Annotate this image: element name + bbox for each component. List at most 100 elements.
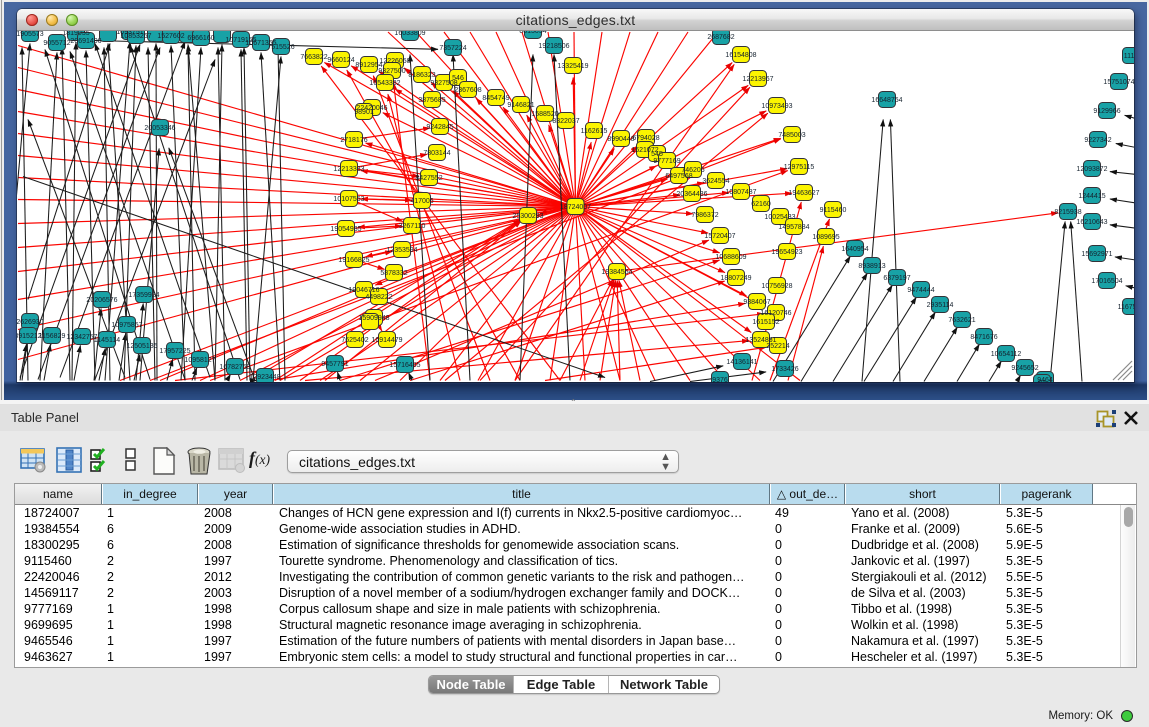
svg-text:7515526: 7515526 (267, 44, 294, 51)
svg-text:10654112: 10654112 (991, 351, 1022, 358)
svg-text:8471676: 8471676 (970, 334, 997, 341)
svg-text:93: 93 (1038, 380, 1046, 382)
svg-text:20206576: 20206576 (86, 297, 117, 304)
svg-text:2718176: 2718176 (340, 137, 367, 144)
svg-text:18807249: 18807249 (720, 275, 751, 282)
svg-text:9327500: 9327500 (378, 68, 405, 75)
svg-text:9376: 9376 (712, 377, 728, 382)
svg-text:8938913: 8938913 (858, 263, 885, 270)
svg-text:6966160: 6966160 (187, 35, 214, 42)
svg-text:10975857: 10975857 (111, 322, 142, 329)
svg-text:1156829: 1156829 (39, 333, 66, 340)
svg-text:10958127: 10958127 (184, 357, 215, 364)
svg-text:8427552: 8427552 (415, 175, 442, 182)
svg-text:1244415: 1244415 (1078, 193, 1105, 200)
svg-text:5878332: 5878332 (380, 270, 407, 277)
svg-text:9129966: 9129966 (1093, 108, 1120, 115)
svg-text:9055712: 9055712 (43, 40, 70, 47)
svg-text:6379197: 6379197 (883, 275, 910, 282)
svg-text:10807487: 10807487 (725, 189, 756, 196)
svg-text:1167533: 1167533 (1118, 304, 1134, 311)
svg-text:15720407: 15720407 (704, 233, 735, 240)
svg-text:13325419: 13325419 (557, 63, 588, 70)
svg-text:12923448: 12923448 (249, 374, 280, 381)
svg-text:7986372: 7986372 (691, 212, 718, 219)
svg-text:1162615: 1162615 (581, 128, 608, 135)
svg-text:8186323: 8186323 (408, 72, 435, 79)
svg-text:14136141: 14136141 (726, 359, 757, 366)
svg-text:8454749: 8454749 (482, 95, 509, 102)
svg-text:16033809: 16033809 (394, 31, 425, 37)
svg-text:9242845: 9242845 (426, 124, 453, 131)
svg-text:9660124: 9660124 (327, 57, 354, 64)
svg-text:9115460: 9115460 (820, 207, 847, 214)
svg-text:746206: 746206 (681, 167, 704, 174)
svg-text:18724007: 18724007 (560, 204, 591, 211)
svg-text:16120746: 16120746 (760, 310, 791, 317)
svg-text:7485003: 7485003 (778, 132, 805, 139)
svg-text:12226058: 12226058 (379, 58, 410, 65)
svg-text:19218506: 19218506 (538, 43, 569, 50)
svg-text:12505135: 12505135 (126, 343, 157, 350)
svg-text:3267110: 3267110 (399, 223, 426, 230)
svg-text:16543382: 16543382 (369, 80, 400, 87)
svg-text:7625402: 7625402 (341, 337, 368, 344)
svg-text:16210643: 16210643 (1076, 219, 1107, 226)
svg-text:15716485: 15716485 (389, 362, 420, 369)
svg-text:17359924: 17359924 (128, 292, 159, 299)
svg-text:3624554: 3624554 (702, 178, 729, 185)
svg-text:20053346: 20053346 (144, 125, 175, 132)
svg-text:16782759: 16782759 (219, 364, 250, 371)
svg-text:25300293: 25300293 (512, 213, 543, 220)
svg-text:417006: 417006 (410, 198, 433, 205)
svg-text:2687682: 2687682 (707, 34, 734, 41)
svg-text:9146821: 9146821 (507, 102, 534, 109)
svg-text:15909948: 15909948 (358, 315, 389, 322)
svg-text:9245652: 9245652 (1011, 365, 1038, 372)
svg-text:1905573: 1905573 (17, 31, 44, 38)
svg-text:8322037: 8322037 (552, 118, 579, 125)
svg-text:7663822: 7663822 (300, 54, 327, 61)
svg-text:7803144: 7803144 (423, 150, 450, 157)
svg-text:6497568: 6497568 (665, 173, 692, 180)
svg-text:8813054: 8813054 (519, 31, 546, 35)
svg-text:2626930: 2626930 (17, 319, 44, 326)
svg-text:545: 545 (651, 151, 663, 158)
svg-text:19654923: 19654923 (771, 249, 802, 256)
svg-text:16914479: 16914479 (371, 337, 402, 344)
svg-text:9777169: 9777169 (653, 158, 680, 165)
svg-text:10107553: 10107553 (333, 196, 364, 203)
svg-text:10688609: 10688609 (715, 254, 746, 261)
svg-text:8215938: 8215938 (1054, 209, 1081, 216)
svg-text:10853267: 10853267 (120, 33, 151, 40)
svg-text:9227342: 9227342 (1084, 137, 1111, 144)
svg-text:10025433: 10025433 (764, 214, 795, 221)
svg-text:19054985: 19054985 (330, 226, 361, 233)
svg-text:20364436: 20364436 (676, 191, 707, 198)
svg-text:4498222: 4498222 (365, 294, 392, 301)
svg-text:20691406: 20691406 (70, 38, 101, 45)
svg-text:10756928: 10756928 (761, 283, 792, 290)
svg-text:16154808: 16154808 (725, 52, 756, 59)
svg-text:12353594: 12353594 (386, 247, 417, 254)
svg-text:12213967: 12213967 (742, 76, 773, 83)
svg-text:9384067: 9384067 (743, 299, 770, 306)
svg-text:1089695: 1089695 (812, 234, 839, 241)
svg-text:19166825: 19166825 (338, 257, 369, 264)
svg-text:98901: 98901 (354, 109, 374, 116)
svg-text:12093872: 12093872 (1076, 166, 1107, 173)
svg-text:17957225: 17957225 (159, 348, 190, 355)
svg-text:9457791: 9457791 (321, 361, 348, 368)
svg-text:62160: 62160 (751, 201, 771, 208)
svg-text:16648754: 16648754 (871, 97, 902, 104)
svg-text:1733426: 1733426 (771, 366, 798, 373)
svg-text:6794028: 6794028 (632, 135, 659, 142)
svg-text:19463627: 19463627 (788, 190, 819, 197)
svg-text:546: 546 (452, 75, 464, 82)
svg-text:1145114: 1145114 (94, 337, 120, 344)
svg-text:14957884: 14957884 (778, 224, 809, 231)
svg-text:2935114: 2935114 (927, 302, 954, 309)
svg-text:1112: 1112 (1124, 53, 1134, 60)
svg-text:1527602: 1527602 (157, 33, 184, 40)
svg-text:19046716: 19046716 (348, 287, 379, 294)
